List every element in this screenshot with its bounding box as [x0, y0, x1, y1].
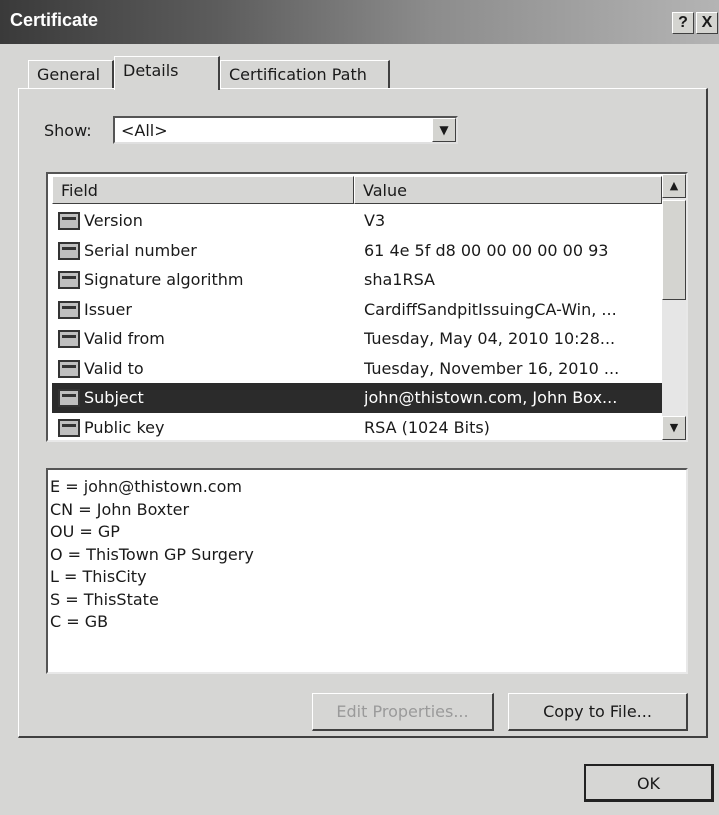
table-row[interactable]: Signature algorithm sha1RSA	[52, 265, 662, 295]
table-row[interactable]: Issuer CardiffSandpitIssuingCA-Win, ...	[52, 295, 662, 325]
certificate-field-icon	[58, 271, 80, 289]
chevron-down-icon[interactable]: ▼	[432, 118, 456, 142]
tab-certification-path[interactable]: Certification Path	[220, 60, 390, 88]
certificate-field-icon	[58, 359, 80, 378]
detail-line: E = john@thistown.com	[50, 477, 242, 496]
field-value: RSA (1024 Bits)	[364, 417, 490, 437]
table-row[interactable]: Valid to Tuesday, November 16, 2010 ...	[52, 354, 662, 384]
field-name: Serial number	[84, 240, 197, 260]
field-value: Tuesday, November 16, 2010 ...	[364, 358, 620, 378]
field-value: V3	[364, 211, 386, 230]
show-label: Show:	[44, 121, 92, 140]
copy-to-file-button[interactable]: Copy to File...	[508, 693, 688, 731]
scroll-thumb[interactable]	[662, 200, 686, 300]
show-selected-value: <All>	[121, 121, 168, 140]
field-name: Valid to	[84, 358, 144, 378]
scroll-up-icon[interactable]: ▲	[662, 174, 686, 198]
scroll-down-icon[interactable]: ▼	[662, 416, 686, 440]
detail-line: CN = John Boxter	[50, 499, 190, 519]
field-name: Public key	[84, 417, 165, 437]
field-detail-box[interactable]: E = john@thistown.com CN = John Boxter O…	[46, 468, 688, 674]
field-name: Version	[84, 211, 143, 230]
field-list-header: Field Value	[52, 176, 662, 204]
field-list[interactable]: Field Value Version V3 Serial number 61 …	[46, 172, 688, 442]
field-value: CardiffSandpitIssuingCA-Win, ...	[364, 299, 617, 319]
certificate-field-icon	[58, 241, 80, 260]
certificate-field-icon	[58, 389, 80, 407]
detail-line: L = ThisCity	[50, 567, 147, 586]
window-title: Certificate	[10, 10, 99, 30]
tab-details[interactable]: Details	[114, 56, 220, 90]
column-header-value[interactable]: Value	[354, 176, 662, 204]
ok-button[interactable]: OK	[584, 764, 714, 802]
detail-line: S = ThisState	[50, 589, 159, 609]
close-button[interactable]: X	[696, 12, 718, 34]
tab-general[interactable]: General	[28, 60, 114, 88]
field-name: Subject	[84, 388, 144, 407]
detail-line: O = ThisTown GP Surgery	[50, 544, 254, 564]
detail-line: C = GB	[50, 612, 109, 631]
vertical-scrollbar[interactable]: ▲ ▼	[662, 174, 686, 440]
field-value: sha1RSA	[364, 270, 435, 289]
title-bar[interactable]: Certificate ? X	[0, 0, 719, 44]
certificate-field-icon	[58, 212, 80, 230]
field-name: Valid from	[84, 329, 165, 348]
field-value: Tuesday, May 04, 2010 10:28...	[364, 329, 616, 348]
help-button[interactable]: ?	[672, 12, 694, 34]
show-dropdown[interactable]: <All> ▼	[113, 116, 458, 144]
table-row[interactable]: Version V3	[52, 206, 662, 236]
certificate-field-icon	[58, 330, 80, 348]
field-value: 61 4e 5f d8 00 00 00 00 00 93	[364, 240, 609, 260]
field-value: john@thistown.com, John Box...	[364, 388, 618, 407]
table-row-selected[interactable]: Subject john@thistown.com, John Box...	[52, 383, 662, 413]
certificate-field-icon	[58, 418, 80, 437]
table-row[interactable]: Serial number 61 4e 5f d8 00 00 00 00 00…	[52, 236, 662, 266]
detail-line: OU = GP	[50, 522, 120, 541]
field-rows: Version V3 Serial number 61 4e 5f d8 00 …	[52, 206, 662, 441]
field-name: Issuer	[84, 299, 132, 319]
table-row[interactable]: Valid from Tuesday, May 04, 2010 10:28..…	[52, 324, 662, 354]
field-name: Signature algorithm	[84, 270, 244, 289]
table-row[interactable]: Public key RSA (1024 Bits)	[52, 413, 662, 441]
edit-properties-button[interactable]: Edit Properties...	[312, 693, 494, 731]
certificate-field-icon	[58, 300, 80, 319]
column-header-field[interactable]: Field	[52, 176, 354, 204]
